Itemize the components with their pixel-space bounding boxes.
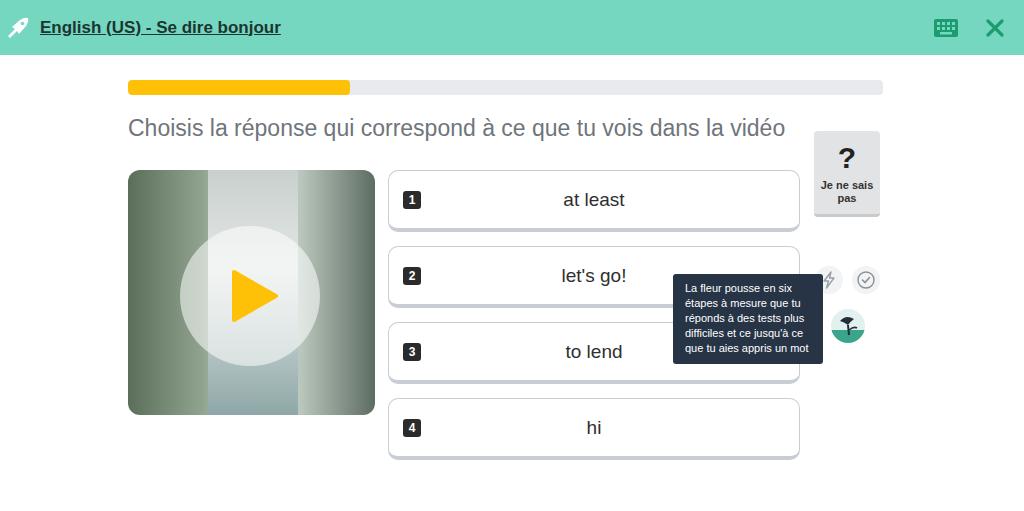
option-number: 4 xyxy=(403,419,421,437)
progress-bar xyxy=(128,80,883,95)
progress-fill xyxy=(128,80,350,95)
close-icon[interactable] xyxy=(986,19,1004,37)
option-number: 3 xyxy=(403,343,421,361)
dont-know-button[interactable]: ? Je ne sais pas xyxy=(814,131,880,217)
option-label: hi xyxy=(421,417,767,439)
lesson-content: Choisis la réponse qui correspond à ce q… xyxy=(128,55,883,460)
logo-icon[interactable] xyxy=(6,16,30,40)
keyboard-icon[interactable] xyxy=(934,19,958,37)
flower-icon[interactable] xyxy=(830,308,866,344)
check-icon[interactable] xyxy=(851,265,881,295)
top-bar: English (US) - Se dire bonjour xyxy=(0,0,1024,55)
video-player[interactable] xyxy=(128,170,375,415)
option-number: 1 xyxy=(403,191,421,209)
dont-know-label: Je ne sais pas xyxy=(816,179,878,205)
play-icon xyxy=(230,268,280,324)
lesson-title[interactable]: English (US) - Se dire bonjour xyxy=(40,18,281,38)
option-label: at least xyxy=(421,189,767,211)
question-mark-icon: ? xyxy=(838,141,856,175)
flower-tooltip: La fleur pousse en six étapes à mesure q… xyxy=(673,274,823,364)
lesson-page: English (US) - Se dire bonjour Choisis la… xyxy=(0,0,1024,511)
option-number: 2 xyxy=(403,267,421,285)
answer-option[interactable]: 4hi xyxy=(388,398,800,460)
answer-option[interactable]: 1at least xyxy=(388,170,800,232)
question-text: Choisis la réponse qui correspond à ce q… xyxy=(128,112,808,144)
play-button[interactable] xyxy=(180,226,320,366)
